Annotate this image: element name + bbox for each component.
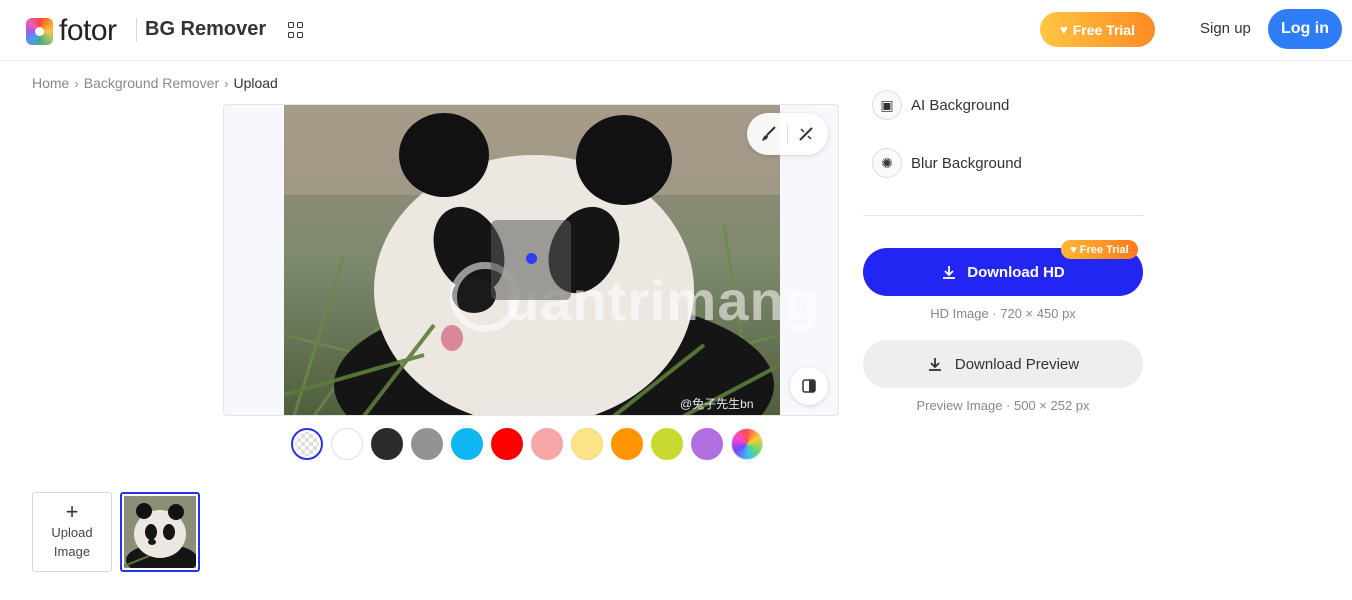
product-name: BG Remover [145,18,267,40]
swatch-light-yellow[interactable] [571,428,603,460]
logo-text: fotor [59,14,117,47]
upload-image-button[interactable]: + Upload Image [32,492,112,572]
swatch-cyan[interactable] [451,428,483,460]
blur-icon: ✺ [872,148,902,178]
fotor-logo[interactable]: fotor [26,16,117,46]
magic-wand-icon[interactable] [791,119,821,149]
source-credit: @兔子先生bn [680,397,754,411]
chevron-right-icon: › [224,75,229,91]
heart-icon: ♥ [1060,22,1068,37]
compare-toggle-icon[interactable] [790,367,828,405]
log-in-button[interactable]: Log in [1268,9,1342,49]
badge-label: Free Trial [1079,243,1129,256]
download-preview-label: Download Preview [954,355,1080,373]
swatch-orange[interactable] [611,428,643,460]
download-preview-button[interactable]: Download Preview [863,340,1143,388]
ai-background-label: AI Background [911,96,1010,114]
breadcrumb-background-remover[interactable]: Background Remover [84,75,219,91]
free-trial-label: Free Trial [1072,21,1135,38]
blur-background-label: Blur Background [911,154,1022,172]
edit-tools-group [747,113,828,155]
swatch-transparent[interactable] [291,428,323,460]
header-divider [136,18,137,42]
swatch-gray[interactable] [411,428,443,460]
swatch-black[interactable] [371,428,403,460]
download-icon [928,358,941,371]
ai-background-option[interactable]: ▣ AI Background [872,90,1009,120]
breadcrumb-upload: Upload [233,75,278,91]
swatch-purple[interactable] [691,428,723,460]
fotor-logo-icon [26,17,53,45]
breadcrumb: Home › Background Remover › Upload [32,75,278,91]
ai-image-icon: ▣ [872,90,902,120]
download-hd-label: Download HD [967,263,1065,281]
background-color-swatches [291,428,763,460]
chevron-right-icon: › [74,75,79,91]
free-trial-button[interactable]: ♥ Free Trial [1040,12,1155,47]
sign-up-link[interactable]: Sign up [1200,20,1251,37]
heart-icon: ♥ [1070,243,1077,256]
tool-separator [786,124,788,144]
swatch-lime[interactable] [651,428,683,460]
apps-grid-icon[interactable] [288,22,304,38]
brush-icon[interactable] [754,119,784,149]
upload-image-label: Upload Image [51,525,93,559]
hd-image-info: HD Image · 720 × 450 px [930,306,1076,321]
cursor-dot [526,253,537,264]
swatch-white[interactable] [331,428,363,460]
swatch-pink[interactable] [531,428,563,460]
plus-icon: + [65,499,79,524]
blur-background-option[interactable]: ✺ Blur Background [872,148,1022,178]
panel-divider [863,215,1143,216]
swatch-custom-color[interactable] [731,428,763,460]
top-header: fotor BG Remover ♥ Free Trial Sign up Lo… [0,0,1352,61]
swatch-red[interactable] [491,428,523,460]
breadcrumb-home[interactable]: Home [32,75,69,91]
free-trial-badge: ♥ Free Trial [1061,240,1138,259]
download-icon [943,266,956,279]
preview-image-info: Preview Image · 500 × 252 px [916,398,1090,413]
image-thumbnail[interactable] [120,492,200,572]
